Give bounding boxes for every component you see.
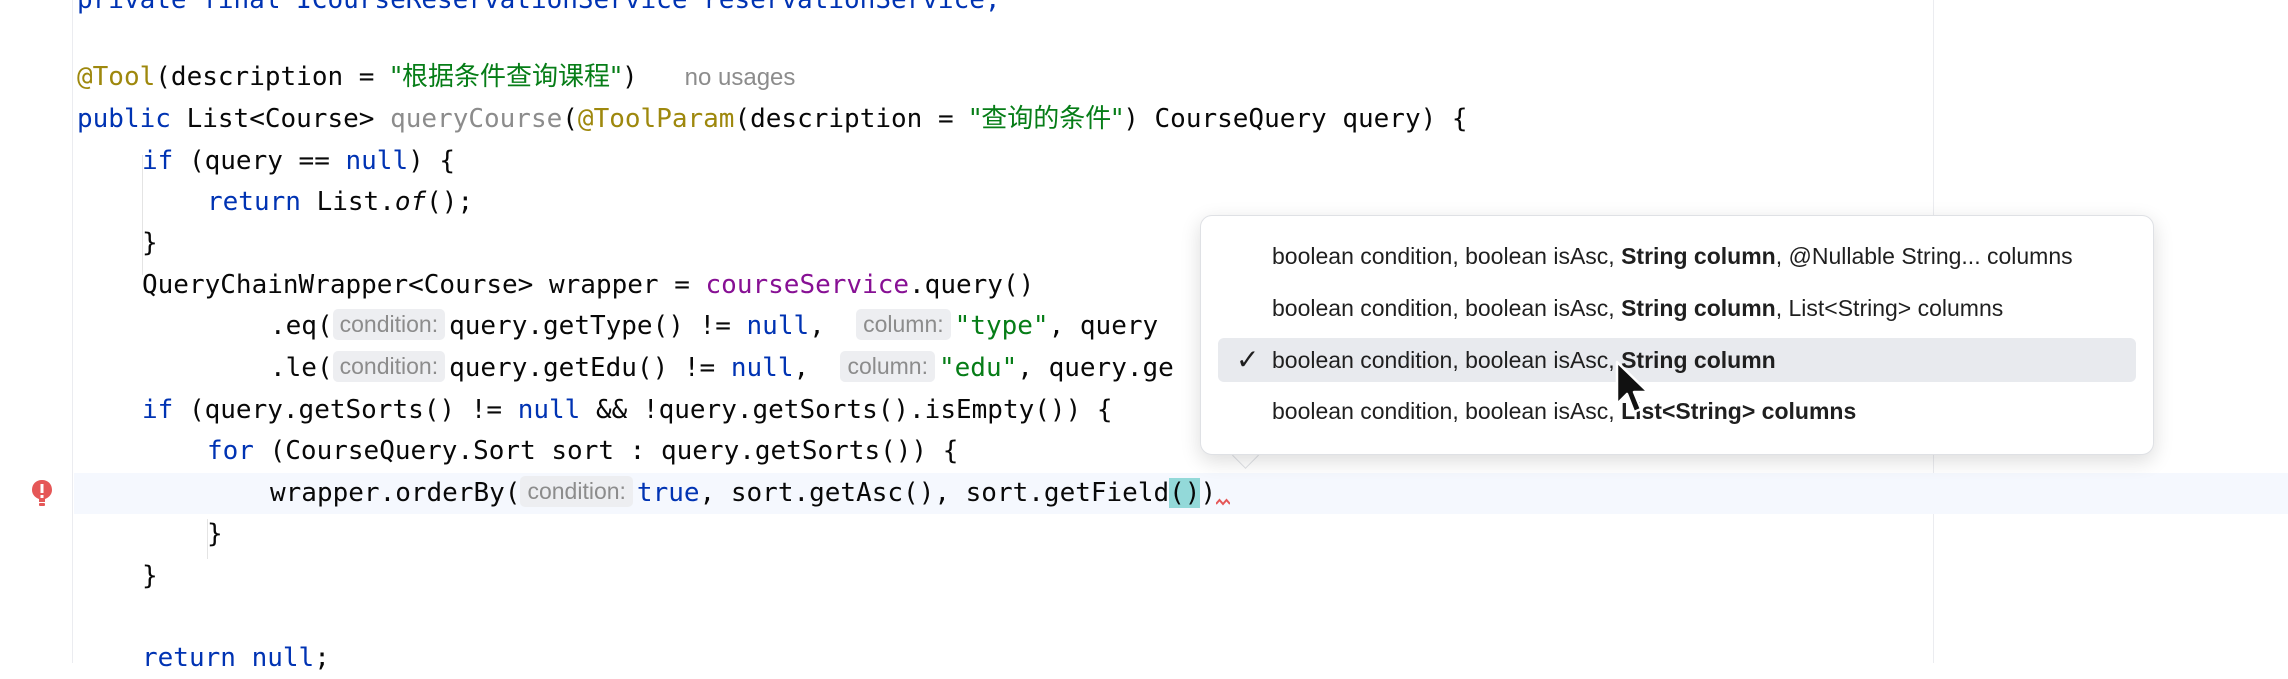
code-line-return-null[interactable]: return null;: [142, 638, 330, 679]
keyword-token: return: [142, 643, 236, 673]
code-token: QueryChainWrapper<Course> wrapper =: [142, 270, 706, 300]
code-token: ();: [426, 187, 474, 217]
code-line-close-for[interactable]: }: [207, 514, 223, 555]
param-hint-condition: condition:: [520, 476, 633, 507]
error-squiggle: [1216, 497, 1231, 507]
code-token: ): [622, 62, 638, 92]
keyword-token: null: [345, 146, 409, 176]
mouse-pointer-icon: [1615, 360, 1651, 422]
signature-item-selected[interactable]: ✓ boolean condition, boolean isAsc, Strin…: [1218, 338, 2136, 382]
signature-item[interactable]: boolean condition, boolean isAsc, String…: [1218, 286, 2136, 330]
code-token: query.getEdu() !=: [449, 353, 731, 383]
code-line-if-null[interactable]: if (query == null) {: [142, 141, 455, 182]
code-line-method-signature[interactable]: public List<Course> queryCourse(@ToolPar…: [77, 99, 1468, 140]
signature-current-param: String column: [1621, 295, 1776, 321]
caret-paren-highlight: (): [1169, 478, 1201, 508]
code-line-eq[interactable]: .eq(condition: query.getType() != null, c…: [270, 306, 1158, 347]
keyword-token: if: [142, 146, 174, 176]
code-token: (query.getSorts() !=: [173, 395, 518, 425]
code-line-field-declaration[interactable]: private final ICourseReservationService …: [77, 0, 1001, 21]
code-token: ,: [793, 353, 825, 383]
code-token: .eq(: [270, 311, 333, 341]
keyword-token: if: [142, 395, 174, 425]
param-hint-column: column:: [856, 309, 951, 340]
code-token: }: [207, 519, 223, 549]
parameter-info-popup[interactable]: boolean condition, boolean isAsc, String…: [1200, 215, 2154, 455]
signature-params: boolean condition, boolean isAsc,: [1272, 243, 1622, 269]
signature-params: boolean condition, boolean isAsc,: [1272, 347, 1622, 373]
keyword-token: return: [207, 187, 301, 217]
signature-current-param: List<String> columns: [1621, 398, 1857, 424]
code-token: (query ==: [173, 146, 346, 176]
code-token: }: [142, 228, 158, 258]
code-line-le[interactable]: .le(condition: query.getEdu() != null, co…: [270, 348, 1174, 389]
signature-current-param: String column: [1621, 243, 1776, 269]
code-token: of: [394, 187, 427, 217]
keyword-token: null: [730, 353, 794, 383]
code-token: (description =: [734, 104, 970, 134]
code-token: }: [142, 561, 158, 591]
code-line-if-sorts[interactable]: if (query.getSorts() != null && !query.g…: [142, 390, 1113, 431]
code-token: (description =: [155, 62, 391, 92]
code-token: .le(: [270, 353, 333, 383]
string-token: "edu": [939, 353, 1018, 383]
usages-hint[interactable]: no usages: [685, 64, 796, 91]
gutter-divider: [72, 0, 73, 663]
code-token: (CourseQuery.Sort sort : query.getSorts(…: [253, 436, 959, 466]
keyword-token: for: [207, 436, 254, 466]
param-hint-condition: condition:: [332, 351, 446, 382]
code-token: .query(): [909, 270, 1035, 300]
string-token: "根据条件查询课程": [390, 62, 623, 92]
keyword-token: true: [636, 478, 700, 508]
code-line-order-by[interactable]: wrapper.orderBy(condition: true, sort.get…: [270, 473, 1231, 514]
code-token: ;: [314, 643, 330, 673]
code-token: List.: [300, 187, 395, 217]
checkmark-icon: ✓: [1236, 343, 1260, 376]
code-token: ) CourseQuery query) {: [1123, 104, 1468, 134]
keyword-token: null: [517, 395, 581, 425]
string-token: "查询的条件": [969, 104, 1124, 134]
signature-params: , @Nullable String... columns: [1775, 243, 2073, 269]
signature-params: boolean condition, boolean isAsc,: [1272, 398, 1622, 424]
error-icon[interactable]: [30, 478, 54, 508]
code-token: && !query.getSorts().isEmpty()) {: [580, 395, 1113, 425]
code-line-close-brace[interactable]: }: [142, 223, 158, 264]
method-name-token: queryCourse: [390, 104, 563, 134]
keyword-token: null: [746, 311, 810, 341]
code-token: wrapper.orderBy(: [270, 478, 521, 508]
code-text: private final ICourseReservationService …: [77, 0, 1001, 15]
param-hint-condition: condition:: [332, 309, 446, 340]
code-line-wrapper-declaration[interactable]: QueryChainWrapper<Course> wrapper = cour…: [142, 265, 1034, 306]
param-hint-column: column:: [840, 351, 935, 382]
code-token: (: [562, 104, 578, 134]
code-token: ): [1200, 478, 1217, 508]
signature-params: boolean condition, boolean isAsc,: [1272, 295, 1622, 321]
code-token: , query: [1048, 311, 1159, 341]
string-token: "type": [954, 311, 1049, 341]
code-line-return-empty[interactable]: return List.of();: [207, 182, 473, 223]
signature-item[interactable]: boolean condition, boolean isAsc, List<S…: [1218, 389, 2136, 433]
code-token: query.getType() !=: [449, 311, 747, 341]
code-token: , query.ge: [1017, 353, 1174, 383]
code-line-tool-annotation[interactable]: @Tool(description = "根据条件查询课程") no usage…: [77, 57, 795, 98]
code-line-for-loop[interactable]: for (CourseQuery.Sort sort : query.getSo…: [207, 431, 958, 472]
keyword-token: public: [77, 104, 171, 134]
annotation-token: @ToolParam: [577, 104, 735, 134]
field-token: courseService: [705, 270, 910, 300]
signature-item[interactable]: boolean condition, boolean isAsc, String…: [1218, 234, 2136, 278]
annotation-token: @Tool: [77, 62, 156, 92]
signature-params: , List<String> columns: [1775, 295, 2004, 321]
keyword-token: null: [251, 643, 315, 673]
code-token: ,: [809, 311, 841, 341]
code-token: , sort.getAsc(), sort.getField: [699, 478, 1170, 508]
code-token: ) {: [408, 146, 456, 176]
code-line-close-if[interactable]: }: [142, 556, 158, 597]
code-token: List<Course>: [170, 104, 391, 134]
